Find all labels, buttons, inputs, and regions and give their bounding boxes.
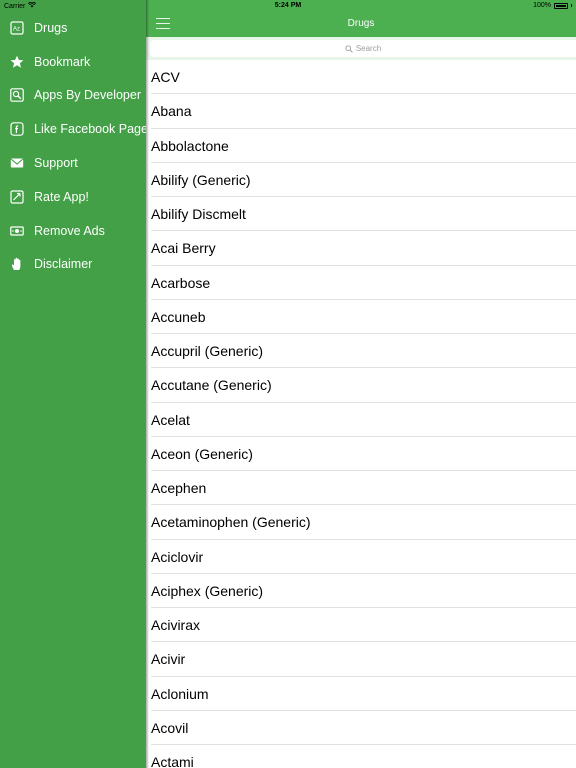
page-title: Drugs bbox=[347, 18, 375, 29]
sidebar-menu: Az Drugs Bookmark Apps By Developer Like… bbox=[0, 11, 146, 281]
sidebar-item-disclaimer[interactable]: Disclaimer bbox=[0, 248, 146, 282]
status-bar: Carrier 5:24 PM 100% bbox=[0, 0, 576, 12]
sidebar-item-label: Support bbox=[34, 156, 78, 171]
list-item[interactable]: Acelat bbox=[146, 403, 576, 438]
battery-icon bbox=[554, 2, 568, 9]
drug-name: Acovil bbox=[151, 719, 189, 736]
list-item[interactable]: Aceon (Generic) bbox=[146, 437, 576, 472]
drug-name: Abilify Discmelt bbox=[151, 206, 246, 223]
list-item[interactable]: Acephen bbox=[146, 471, 576, 506]
search-placeholder: Search bbox=[355, 44, 382, 53]
svg-text:Az: Az bbox=[13, 26, 20, 32]
search-icon bbox=[345, 44, 353, 53]
list-item[interactable]: Abbolactone bbox=[146, 129, 576, 164]
drug-name: Aclonium bbox=[151, 685, 209, 702]
list-item[interactable]: Aciclovir bbox=[146, 540, 576, 575]
list-item[interactable]: Acovil bbox=[146, 711, 576, 746]
drug-list: ACV Abana Abbolactone Abilify (Generic) … bbox=[146, 60, 576, 768]
hand-icon bbox=[10, 257, 24, 271]
drug-name: Acivirax bbox=[151, 617, 201, 634]
panel-divider bbox=[146, 0, 149, 768]
search-bar: Search bbox=[146, 37, 576, 60]
sidebar: Az Drugs Bookmark Apps By Developer Like… bbox=[0, 0, 146, 768]
list-item[interactable]: Acetaminophen (Generic) bbox=[146, 505, 576, 540]
drug-name: Accutane (Generic) bbox=[151, 377, 272, 394]
drug-name: Actami bbox=[151, 754, 194, 768]
drug-name: Acai Berry bbox=[151, 240, 216, 257]
list-item[interactable]: Aciphex (Generic) bbox=[146, 574, 576, 609]
list-item[interactable]: Aclonium bbox=[146, 677, 576, 712]
drug-name: Acetaminophen (Generic) bbox=[151, 514, 311, 531]
drug-name: Aciphex (Generic) bbox=[151, 582, 264, 599]
facebook-icon bbox=[10, 122, 24, 137]
battery-tip bbox=[571, 4, 572, 7]
sidebar-item-like-facebook-page[interactable]: Like Facebook Page bbox=[0, 112, 146, 146]
list-item[interactable]: Accuneb bbox=[146, 300, 576, 335]
search-apps-icon bbox=[10, 88, 24, 103]
drug-name: Acelat bbox=[151, 411, 190, 428]
list-item[interactable]: Acivirax bbox=[146, 608, 576, 643]
sidebar-item-label: Bookmark bbox=[34, 54, 91, 69]
list-item[interactable]: Abana bbox=[146, 94, 576, 129]
battery-percent: 100% bbox=[533, 2, 551, 9]
sidebar-item-drugs[interactable]: Az Drugs bbox=[0, 11, 146, 45]
drug-name: Acarbose bbox=[151, 274, 211, 291]
money-icon bbox=[10, 224, 24, 238]
sidebar-item-support[interactable]: Support bbox=[0, 146, 146, 180]
mail-icon bbox=[10, 156, 24, 170]
list-item[interactable]: ACV bbox=[146, 60, 576, 95]
sidebar-item-label: Like Facebook Page bbox=[34, 122, 146, 137]
drug-name: Acivir bbox=[151, 651, 186, 668]
drug-name: Abbolactone bbox=[151, 137, 229, 154]
list-item[interactable]: Acai Berry bbox=[146, 231, 576, 266]
list-item[interactable]: Abilify (Generic) bbox=[146, 163, 576, 198]
list-item[interactable]: Accupril (Generic) bbox=[146, 334, 576, 369]
drug-name: Accuneb bbox=[151, 308, 206, 325]
star-icon bbox=[10, 55, 24, 69]
list-item[interactable]: Abilify Discmelt bbox=[146, 197, 576, 232]
list-item[interactable]: Acivir bbox=[146, 642, 576, 677]
drug-name: Accupril (Generic) bbox=[151, 343, 264, 360]
list-item[interactable]: Acarbose bbox=[146, 266, 576, 301]
sidebar-item-apps-by-developer[interactable]: Apps By Developer bbox=[0, 79, 146, 113]
sidebar-item-rate-app[interactable]: Rate App! bbox=[0, 180, 146, 214]
sidebar-item-label: Apps By Developer bbox=[34, 88, 142, 103]
sidebar-item-remove-ads[interactable]: Remove Ads bbox=[0, 214, 146, 248]
drug-name: Acephen bbox=[151, 480, 207, 497]
status-right: 100% bbox=[533, 2, 572, 9]
search-input[interactable]: Search bbox=[150, 40, 576, 57]
drug-name: Aciclovir bbox=[151, 548, 204, 565]
main-panel: Drugs Search ACV Abana Abbolactone Abili… bbox=[146, 0, 576, 768]
list-item[interactable]: Actami bbox=[146, 745, 576, 768]
drug-name: ACV bbox=[151, 69, 180, 86]
list-item[interactable]: Accutane (Generic) bbox=[146, 368, 576, 403]
sidebar-item-label: Drugs bbox=[34, 20, 68, 35]
sidebar-item-label: Rate App! bbox=[34, 189, 89, 204]
drug-name: Abana bbox=[151, 103, 192, 120]
status-time: 5:24 PM bbox=[274, 2, 302, 9]
rate-icon bbox=[10, 190, 24, 204]
drug-name: Abilify (Generic) bbox=[151, 171, 251, 188]
dictionary-icon: Az bbox=[10, 21, 24, 35]
sidebar-item-label: Disclaimer bbox=[34, 257, 93, 272]
sidebar-item-bookmark[interactable]: Bookmark bbox=[0, 45, 146, 79]
drug-name: Aceon (Generic) bbox=[151, 445, 253, 462]
sidebar-item-label: Remove Ads bbox=[34, 223, 105, 238]
